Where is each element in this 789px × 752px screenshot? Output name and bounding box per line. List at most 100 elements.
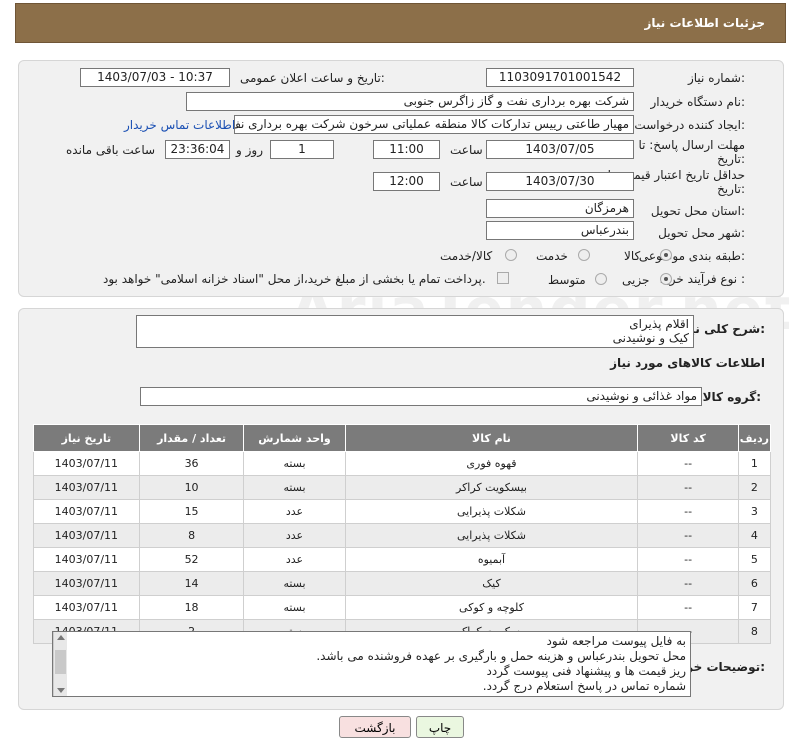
item-need-date: 1403/07/11 [33, 451, 140, 476]
item-unit: عدد [243, 499, 346, 524]
table-row: 6 -- کیک بسته 14 1403/07/11 [33, 571, 772, 596]
summary-textarea: اقلام پذیرای کیک و نوشیدنی [136, 315, 694, 348]
item-unit: بسته [243, 451, 346, 476]
item-name: شکلات پذیرایی [344, 499, 639, 524]
item-name: شکلات پذیرایی [344, 523, 639, 548]
deadline-label: مهلت ارسال پاسخ: تا [638, 138, 745, 152]
item-quantity: 52 [138, 547, 245, 572]
process-radio-minor[interactable] [660, 273, 672, 285]
category-goods-label: کالا [624, 249, 641, 263]
col-code: کد کالا [637, 424, 739, 452]
province-label: استان محل تحویل: [650, 204, 745, 218]
deadline-time-label: ساعت [450, 143, 483, 157]
col-qty: تعداد / مقدار [138, 424, 245, 452]
category-both-label: کالا/خدمت [440, 249, 493, 263]
need-number-field: 1103091701001542 [486, 68, 634, 87]
group-field: مواد غذائی و نوشیدنی [140, 387, 702, 406]
item-name: کلوچه و کوکی [344, 595, 639, 620]
creator-field: مهیار طاعتی رییس تدارکات کالا منطقه عملی… [234, 115, 634, 134]
city-label: شهر محل تحویل: [658, 226, 745, 240]
notes-line-1: به فایل پیوست مراجعه شود [546, 634, 686, 648]
item-quantity: 14 [138, 571, 245, 596]
category-radio-goods[interactable] [660, 249, 672, 261]
group-label: گروه کالا: [702, 390, 761, 404]
item-need-date: 1403/07/11 [33, 475, 140, 500]
item-need-date: 1403/07/11 [33, 595, 140, 620]
notes-line-4: شماره تماس در پاسخ استعلام درج گردد. [482, 679, 686, 693]
notes-line-2: محل تحویل بندرعباس و هزینه حمل و بارگیری… [316, 649, 686, 663]
process-minor-label: جزیی [622, 273, 650, 287]
item-name: آبمیوه [344, 547, 639, 572]
col-row: ردیف [737, 424, 772, 452]
item-code: -- [637, 547, 739, 572]
row-number: 5 [737, 547, 772, 572]
item-code: -- [637, 451, 739, 476]
need-number-label: شماره نیاز: [687, 71, 745, 85]
creator-label: ایجاد کننده درخواست: [634, 118, 745, 132]
category-radio-service[interactable] [578, 249, 590, 261]
item-quantity: 36 [138, 451, 245, 476]
category-label: طبقه بندی موضوعی: [638, 249, 745, 263]
col-unit: واحد شمارش [243, 424, 346, 452]
validity-date-field: 1403/07/30 [486, 172, 634, 191]
scroll-thumb[interactable] [55, 650, 66, 674]
category-service-label: خدمت [536, 249, 568, 263]
validity-time-field: 12:00 [373, 172, 440, 191]
col-name: نام کالا [344, 424, 639, 452]
days-label: روز و [236, 143, 263, 157]
category-radio-both[interactable] [505, 249, 517, 261]
scroll-down-arrow-icon[interactable] [57, 688, 65, 693]
announce-field: 1403/07/03 - 10:37 [80, 68, 230, 87]
col-date: تاریخ نیاز [33, 424, 140, 452]
item-quantity: 18 [138, 595, 245, 620]
summary-line-2: کیک و نوشیدنی [612, 331, 689, 345]
table-row: 1 -- قهوه فوری بسته 36 1403/07/11 [33, 451, 772, 476]
row-number: 6 [737, 571, 772, 596]
deadline-date-field: 1403/07/05 [486, 140, 634, 159]
buyer-contact-link[interactable]: اطلاعات تماس خریدار [124, 118, 235, 132]
scroll-up-arrow-icon[interactable] [57, 635, 65, 640]
treasury-payment-checkbox[interactable] [497, 272, 509, 284]
item-quantity: 15 [138, 499, 245, 524]
remaining-label: ساعت باقی مانده [66, 143, 156, 157]
table-row: 3 -- شکلات پذیرایی عدد 15 1403/07/11 [33, 499, 772, 524]
item-need-date: 1403/07/11 [33, 571, 140, 596]
deadline-label-date: تاریخ: [717, 152, 745, 166]
table-row: 2 -- بیسکویت کراکر بسته 10 1403/07/11 [33, 475, 772, 500]
item-quantity: 10 [138, 475, 245, 500]
item-need-date: 1403/07/11 [33, 499, 140, 524]
item-code: -- [637, 475, 739, 500]
city-field: بندرعباس [486, 221, 634, 240]
item-unit: عدد [243, 547, 346, 572]
page-title: جزئیات اطلاعات نیاز [644, 16, 765, 30]
items-table: ردیف کد کالا نام کالا واحد شمارش تعداد /… [33, 424, 772, 644]
notes-line-3: ریز قیمت ها و پیشنهاد فنی پیوست گردد [486, 664, 686, 678]
item-unit: بسته [243, 475, 346, 500]
deadline-time-field: 11:00 [373, 140, 440, 159]
treasury-payment-note: پرداخت تمام یا بخشی از مبلغ خرید،از محل … [103, 272, 486, 286]
row-number: 1 [737, 451, 772, 476]
buyer-field: شرکت بهره برداری نفت و گاز زاگرس جنوبی [186, 92, 634, 111]
process-label: نوع فرآیند خرید : [660, 272, 745, 286]
item-name: قهوه فوری [344, 451, 639, 476]
item-name: کیک [344, 571, 639, 596]
items-table-header: ردیف کد کالا نام کالا واحد شمارش تعداد /… [33, 424, 772, 452]
row-number: 4 [737, 523, 772, 548]
back-button[interactable]: بازگشت [339, 716, 411, 738]
item-code: -- [637, 571, 739, 596]
row-number: 7 [737, 595, 772, 620]
item-code: -- [637, 499, 739, 524]
item-name: بیسکویت کراکر [344, 475, 639, 500]
announce-label: تاریخ و ساعت اعلان عمومی: [240, 71, 385, 85]
province-field: هرمزگان [486, 199, 634, 218]
items-section-title: اطلاعات کالاهای مورد نیاز [610, 356, 765, 370]
item-code: -- [637, 523, 739, 548]
notes-scrollbar[interactable] [53, 632, 67, 696]
days-field: 1 [270, 140, 334, 159]
print-button[interactable]: چاپ [416, 716, 464, 738]
remaining-time-field: 23:36:04 [165, 140, 230, 159]
item-unit: بسته [243, 571, 346, 596]
table-row: 5 -- آبمیوه عدد 52 1403/07/11 [33, 547, 772, 572]
validity-time-label: ساعت [450, 175, 483, 189]
process-radio-medium[interactable] [595, 273, 607, 285]
